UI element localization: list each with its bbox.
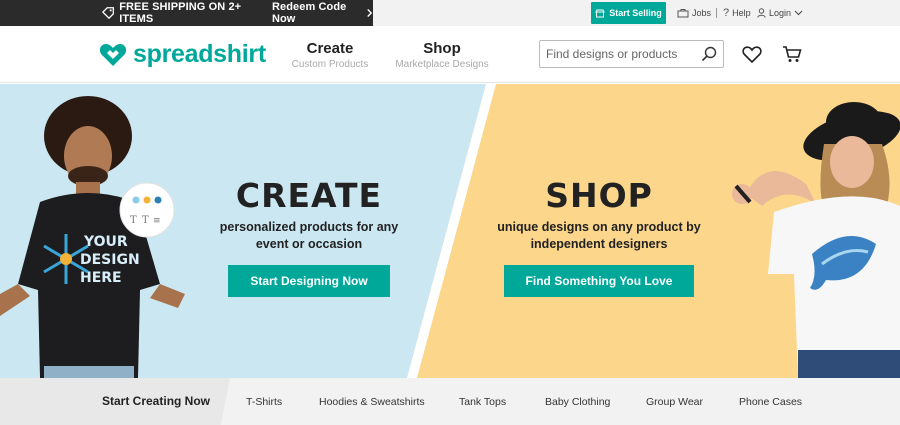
nav-create-title: Create [306, 40, 354, 57]
nav-create[interactable]: Create Custom Products [290, 40, 370, 70]
logo[interactable]: spreadshirt [99, 40, 266, 69]
promo-banner[interactable]: FREE SHIPPING ON 2+ ITEMS Redeem Code No… [0, 0, 373, 26]
hero-banner: YOUR DESIGN HERE T T ≡ CREATE personaliz… [0, 84, 900, 378]
model-create-image: YOUR DESIGN HERE T T ≡ [0, 96, 185, 378]
nav-create-subtitle: Custom Products [291, 59, 369, 70]
create-panel: CREATE personalized products for any eve… [214, 176, 404, 297]
category-baby-clothing[interactable]: Baby Clothing [545, 396, 610, 408]
help-label: Help [732, 8, 751, 18]
create-line-1: personalized products for any [219, 220, 399, 234]
start-designing-button[interactable]: Start Designing Now [228, 265, 390, 297]
redeem-code-link[interactable]: Redeem Code Now [272, 1, 360, 25]
shop-line-1: unique designs on any product by [497, 220, 701, 234]
nav-shop-title: Shop [423, 40, 461, 57]
svg-text:T: T [130, 215, 137, 226]
divider [716, 8, 717, 18]
main-header: spreadshirt Create Custom Products Shop … [0, 26, 900, 83]
free-shipping-text: FREE SHIPPING ON 2+ ITEMS [119, 1, 242, 25]
chevron-right-icon [367, 9, 373, 17]
search-input[interactable] [540, 41, 690, 67]
category-tank-tops[interactable]: Tank Tops [459, 396, 506, 408]
create-line-2: event or occasion [255, 237, 363, 251]
start-selling-label: Start Selling [609, 8, 662, 18]
jobs-label: Jobs [692, 8, 712, 18]
jobs-link[interactable]: Jobs [677, 0, 711, 26]
svg-text:≡: ≡ [153, 216, 161, 226]
nav-shop[interactable]: Shop Marketplace Designs [393, 40, 491, 70]
model-shop-image [732, 102, 900, 378]
create-heading: CREATE [235, 176, 383, 215]
shirt-text-your: YOUR [83, 234, 128, 250]
start-creating-label-box: Start Creating Now [0, 378, 230, 425]
briefcase-icon [677, 9, 689, 18]
category-tshirts[interactable]: T-Shirts [246, 396, 282, 408]
category-hoodies-sweatshirts[interactable]: Hoodies & Sweatshirts [319, 396, 425, 408]
user-icon [757, 8, 766, 18]
category-group-wear[interactable]: Group Wear [646, 396, 703, 408]
category-bar: Start Creating Now T-Shirts Hoodies & Sw… [0, 378, 900, 425]
shop-line-2: independent designers [530, 237, 668, 251]
heart-icon[interactable] [742, 46, 762, 63]
logo-text: spreadshirt [133, 40, 266, 68]
chevron-down-icon [794, 10, 803, 16]
tag-icon [102, 7, 114, 20]
start-creating-link[interactable]: Start Creating Now [102, 394, 210, 408]
login-link[interactable]: Login [757, 0, 803, 26]
category-phone-cases[interactable]: Phone Cases [739, 396, 802, 408]
cart-icon[interactable] [782, 45, 802, 63]
find-something-button[interactable]: Find Something You Love [503, 265, 695, 297]
start-selling-button[interactable]: Start Selling [591, 2, 666, 24]
search-icon[interactable] [701, 46, 717, 62]
nav-shop-subtitle: Marketplace Designs [395, 59, 489, 70]
spreadshirt-heart-logo-icon [99, 43, 127, 66]
shop-heading: SHOP [545, 176, 653, 215]
shop-icon [595, 9, 606, 17]
question-icon: ? [723, 7, 730, 19]
shirt-text-design: DESIGN [80, 252, 140, 268]
shirt-text-here: HERE [80, 270, 122, 286]
help-link[interactable]: ? Help [723, 0, 751, 26]
svg-text:T: T [142, 215, 149, 226]
search-box [539, 40, 724, 68]
login-label: Login [769, 8, 792, 18]
shop-panel: SHOP unique designs on any product by in… [493, 176, 705, 297]
top-bar: FREE SHIPPING ON 2+ ITEMS Redeem Code No… [0, 0, 900, 26]
